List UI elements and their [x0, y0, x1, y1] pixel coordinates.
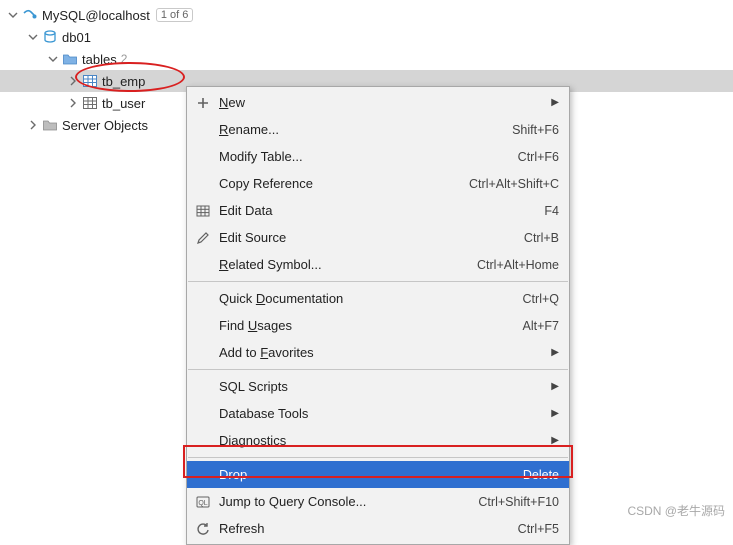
menu-item-diagnostics[interactable]: Diagnostics ▶: [187, 427, 569, 454]
svg-text:QL: QL: [198, 500, 207, 507]
blank-icon: [193, 174, 213, 194]
menu-label: Drop: [219, 467, 247, 482]
menu-item-edit-data[interactable]: Edit Data F4: [187, 197, 569, 224]
menu-label: Modify Table...: [219, 149, 303, 164]
tree-label: MySQL@localhost: [42, 8, 150, 23]
menu-shortcut: Delete: [523, 468, 559, 482]
menu-item-drop[interactable]: Drop Delete: [187, 461, 569, 488]
menu-label: Edit Data: [219, 203, 272, 218]
blank-icon: [193, 404, 213, 424]
blank-icon: [193, 289, 213, 309]
menu-shortcut: Shift+F6: [512, 123, 559, 137]
menu-shortcut: Alt+F7: [523, 319, 559, 333]
tree-label: tb_user: [102, 96, 145, 111]
menu-item-quick-documentation[interactable]: Quick Documentation Ctrl+Q: [187, 285, 569, 312]
menu-label: SQL Scripts: [219, 379, 288, 394]
menu-label: Related Symbol...: [219, 257, 322, 272]
menu-item-add-to-favorites[interactable]: Add to Favorites ▶: [187, 339, 569, 366]
menu-item-modify-table[interactable]: Modify Table... Ctrl+F6: [187, 143, 569, 170]
menu-item-find-usages[interactable]: Find Usages Alt+F7: [187, 312, 569, 339]
menu-item-new[interactable]: New ▶: [187, 89, 569, 116]
menu-item-related-symbol[interactable]: Related Symbol... Ctrl+Alt+Home: [187, 251, 569, 278]
submenu-arrow-icon: ▶: [551, 347, 559, 358]
table-icon: [193, 201, 213, 221]
menu-item-copy-reference[interactable]: Copy Reference Ctrl+Alt+Shift+C: [187, 170, 569, 197]
tree-row-tables-folder[interactable]: tables 2: [0, 48, 733, 70]
menu-shortcut: Ctrl+F6: [518, 150, 559, 164]
tree-label: Server Objects: [62, 118, 148, 133]
blank-icon: [193, 431, 213, 451]
plus-icon: [193, 93, 213, 113]
menu-item-jump-to-query-console[interactable]: QL Jump to Query Console... Ctrl+Shift+F…: [187, 488, 569, 515]
console-icon: QL: [193, 492, 213, 512]
folder-icon: [42, 117, 58, 133]
blank-icon: [193, 147, 213, 167]
schema-icon: [42, 29, 58, 45]
menu-label: Edit Source: [219, 230, 286, 245]
tree-count: 2: [121, 52, 128, 66]
submenu-arrow-icon: ▶: [551, 435, 559, 446]
blank-icon: [193, 316, 213, 336]
menu-label: Quick Documentation: [219, 291, 343, 306]
menu-item-edit-source[interactable]: Edit Source Ctrl+B: [187, 224, 569, 251]
menu-shortcut: F4: [544, 204, 559, 218]
menu-label: Diagnostics: [219, 433, 286, 448]
watermark: CSDN @老牛源码: [627, 502, 725, 519]
chevron-right-icon[interactable]: [66, 96, 80, 110]
blank-icon: [193, 255, 213, 275]
datasource-icon: [22, 7, 38, 23]
menu-item-database-tools[interactable]: Database Tools ▶: [187, 400, 569, 427]
context-menu: New ▶ Rename... Shift+F6 Modify Table...…: [186, 86, 570, 545]
table-icon: [82, 95, 98, 111]
tree-label: db01: [62, 30, 91, 45]
blank-icon: [193, 377, 213, 397]
menu-separator: [188, 281, 568, 282]
tree-row-schema[interactable]: db01: [0, 26, 733, 48]
tree-row-connection[interactable]: MySQL@localhost 1 of 6: [0, 4, 733, 26]
menu-label: Refresh: [219, 521, 265, 536]
menu-shortcut: Ctrl+Shift+F10: [478, 495, 559, 509]
menu-shortcut: Ctrl+Alt+Home: [477, 258, 559, 272]
menu-label: Find Usages: [219, 318, 292, 333]
chevron-down-icon[interactable]: [26, 30, 40, 44]
menu-label: Rename...: [219, 122, 279, 137]
blank-icon: [193, 343, 213, 363]
menu-separator: [188, 457, 568, 458]
menu-item-refresh[interactable]: Refresh Ctrl+F5: [187, 515, 569, 542]
menu-item-sql-scripts[interactable]: SQL Scripts ▶: [187, 373, 569, 400]
menu-shortcut: Ctrl+B: [524, 231, 559, 245]
table-icon: [82, 73, 98, 89]
chevron-down-icon[interactable]: [46, 52, 60, 66]
blank-icon: [193, 120, 213, 140]
chevron-right-icon[interactable]: [26, 118, 40, 132]
menu-label: Database Tools: [219, 406, 308, 421]
submenu-arrow-icon: ▶: [551, 381, 559, 392]
submenu-arrow-icon: ▶: [551, 97, 559, 108]
menu-separator: [188, 369, 568, 370]
menu-shortcut: Ctrl+Alt+Shift+C: [469, 177, 559, 191]
pencil-icon: [193, 228, 213, 248]
chevron-down-icon[interactable]: [6, 8, 20, 22]
menu-label: New: [219, 95, 245, 110]
tree-label: tables: [82, 52, 117, 67]
menu-label: Jump to Query Console...: [219, 494, 366, 509]
tree-label: tb_emp: [102, 74, 145, 89]
submenu-arrow-icon: ▶: [551, 408, 559, 419]
blank-icon: [193, 465, 213, 485]
connection-tag: 1 of 6: [156, 8, 194, 22]
menu-shortcut: Ctrl+F5: [518, 522, 559, 536]
menu-shortcut: Ctrl+Q: [523, 292, 559, 306]
menu-item-rename[interactable]: Rename... Shift+F6: [187, 116, 569, 143]
folder-icon: [62, 51, 78, 67]
menu-label: Copy Reference: [219, 176, 313, 191]
chevron-right-icon[interactable]: [66, 74, 80, 88]
menu-label: Add to Favorites: [219, 345, 314, 360]
refresh-icon: [193, 519, 213, 539]
